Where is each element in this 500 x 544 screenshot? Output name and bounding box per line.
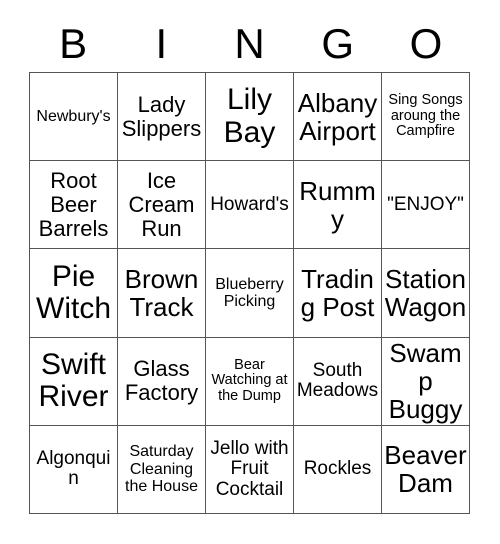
bingo-cell[interactable]: Swamp Buggy xyxy=(382,337,470,426)
bingo-cell[interactable]: Howard's xyxy=(206,161,294,250)
bingo-cell[interactable]: Rockles xyxy=(294,425,382,514)
bingo-cell-label: Pie Witch xyxy=(36,259,111,325)
bingo-cell-label: Sing Songs aroung the Campfire xyxy=(388,92,463,140)
bingo-cell[interactable]: Swift River xyxy=(30,337,118,426)
bingo-cell[interactable]: Station Wagon xyxy=(382,249,470,338)
bingo-cell-label: Brown Track xyxy=(124,263,199,322)
header-letter-n: N xyxy=(234,20,265,67)
bingo-cell-label: Rummy xyxy=(299,175,376,234)
bingo-cell-label: "ENJOY" xyxy=(387,193,464,215)
bingo-cell-label: Algonquin xyxy=(36,447,111,490)
bingo-cell[interactable]: Glass Factory xyxy=(118,337,206,426)
bingo-cell-label: Ice Cream Run xyxy=(128,168,195,241)
bingo-cell-label: Lady Slippers xyxy=(121,91,202,141)
bingo-cell[interactable]: Jello with Fruit Cocktail xyxy=(206,425,294,514)
bingo-cell-label: Saturday Cleaning the House xyxy=(125,443,198,496)
bingo-cell[interactable]: Algonquin xyxy=(30,425,118,514)
header-letter-g: G xyxy=(321,20,355,67)
bingo-cell-label: Station Wagon xyxy=(384,263,467,322)
bingo-cell-label: Swift River xyxy=(38,347,109,414)
bingo-cell[interactable]: Sing Songs aroung the Campfire xyxy=(382,73,470,162)
bingo-cell[interactable]: Newbury's xyxy=(30,73,118,162)
bingo-cell[interactable]: Blueberry Picking xyxy=(206,249,294,338)
bingo-cell[interactable]: South Meadows xyxy=(294,337,382,426)
bingo-cell-label: Trading Post xyxy=(300,263,375,322)
bingo-cell[interactable]: Root Beer Barrels xyxy=(30,161,118,250)
bingo-cell-label: Root Beer Barrels xyxy=(38,168,109,241)
bingo-cell[interactable]: Rummy xyxy=(294,161,382,250)
bingo-cell[interactable]: Trading Post xyxy=(294,249,382,338)
bingo-cell[interactable]: Lady Slippers xyxy=(118,73,206,162)
bingo-cell[interactable]: Ice Cream Run xyxy=(118,161,206,250)
bingo-cell[interactable]: Brown Track xyxy=(118,249,206,338)
bingo-cell-label: Blueberry Picking xyxy=(215,275,284,310)
bingo-cell-label: Howard's xyxy=(210,193,289,215)
bingo-cell-label: Bear Watching at the Dump xyxy=(211,356,288,405)
bingo-cell-label: Rockles xyxy=(303,458,372,480)
bingo-cell-label: Jello with Fruit Cocktail xyxy=(210,437,289,500)
bingo-cell[interactable]: "ENJOY" xyxy=(382,161,470,250)
bingo-cell-label: Newbury's xyxy=(36,107,111,125)
bingo-cell[interactable]: Saturday Cleaning the House xyxy=(118,425,206,514)
bingo-grid: Newbury's Lady Slippers Lily Bay Albany Air… xyxy=(29,72,470,514)
bingo-cell-label: Beaver Dam xyxy=(384,440,467,499)
bingo-header-row: B I N G O xyxy=(29,16,470,72)
bingo-cell-label: Albany Airport xyxy=(297,87,378,146)
bingo-cell[interactable]: Pie Witch xyxy=(30,249,118,338)
header-letter-b: B xyxy=(59,20,88,67)
bingo-cell[interactable]: Beaver Dam xyxy=(382,425,470,514)
bingo-cell-label: Swamp Buggy xyxy=(388,338,463,425)
header-letter-i: I xyxy=(155,20,168,67)
bingo-card: B I N G O Newbury's Lady Slippers Lily Bay… xyxy=(0,0,500,544)
header-letter-o: O xyxy=(409,20,443,67)
bingo-cell-label: Glass Factory xyxy=(124,356,199,406)
bingo-cell[interactable]: Lily Bay xyxy=(206,73,294,162)
bingo-cell[interactable]: Bear Watching at the Dump xyxy=(206,337,294,426)
bingo-cell[interactable]: Albany Airport xyxy=(294,73,382,162)
bingo-cell-label: South Meadows xyxy=(296,359,379,402)
bingo-cell-label: Lily Bay xyxy=(223,83,276,149)
